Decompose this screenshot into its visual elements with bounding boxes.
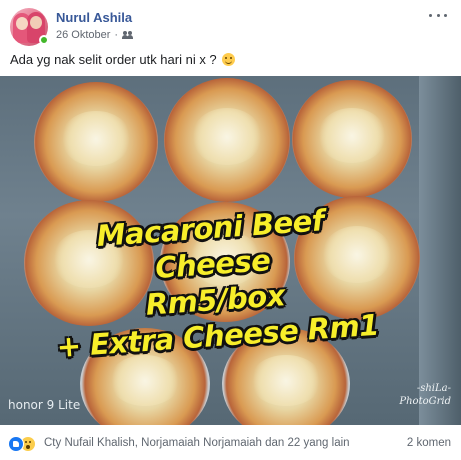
- food-container: [80, 328, 210, 425]
- post-photo[interactable]: Macaroni Beef Cheese Rm5/box + Extra Che…: [0, 76, 461, 425]
- food-container: [34, 82, 158, 202]
- avatar[interactable]: [10, 8, 49, 46]
- friends-icon: [122, 30, 134, 40]
- more-options-icon[interactable]: [429, 8, 447, 22]
- post-text: Ada yg nak selit order utk hari ni x ?: [10, 52, 236, 68]
- signature-app: PhotoGrid: [399, 396, 451, 407]
- post-date[interactable]: 26 Oktober: [56, 29, 110, 41]
- meta-separator: ·: [114, 29, 119, 41]
- food-container: [222, 328, 350, 425]
- signature-watermark: -shiLa- PhotoGrid: [399, 382, 451, 408]
- author-name[interactable]: Nurul Ashila: [56, 10, 132, 25]
- food-container: [292, 80, 412, 198]
- facebook-post: Nurul Ashila 26 Oktober · Ada yg nak sel…: [0, 0, 461, 460]
- food-container: [160, 202, 290, 322]
- reaction-icons[interactable]: [8, 436, 36, 452]
- post-meta: 26 Oktober ·: [56, 29, 134, 41]
- food-container: [294, 196, 420, 320]
- post-header: Nurul Ashila 26 Oktober ·: [0, 0, 461, 48]
- post-footer: Cty Nufail Khalish, Norjamaiah Norjamaia…: [0, 425, 461, 460]
- signature-name: -shiLa-: [416, 383, 451, 394]
- online-status-icon: [39, 35, 49, 45]
- tray-edge: [419, 76, 461, 425]
- camera-watermark: honor 9 Lite: [8, 398, 81, 412]
- smile-emoji-icon: [222, 53, 236, 66]
- reactors-summary[interactable]: Cty Nufail Khalish, Norjamaiah Norjamaia…: [44, 437, 350, 449]
- food-container: [164, 78, 290, 202]
- comment-count[interactable]: 2 komen: [407, 437, 451, 449]
- like-reaction-icon: [8, 436, 24, 452]
- food-container: [24, 200, 154, 326]
- post-text-content: Ada yg nak selit order utk hari ni x ?: [10, 52, 217, 67]
